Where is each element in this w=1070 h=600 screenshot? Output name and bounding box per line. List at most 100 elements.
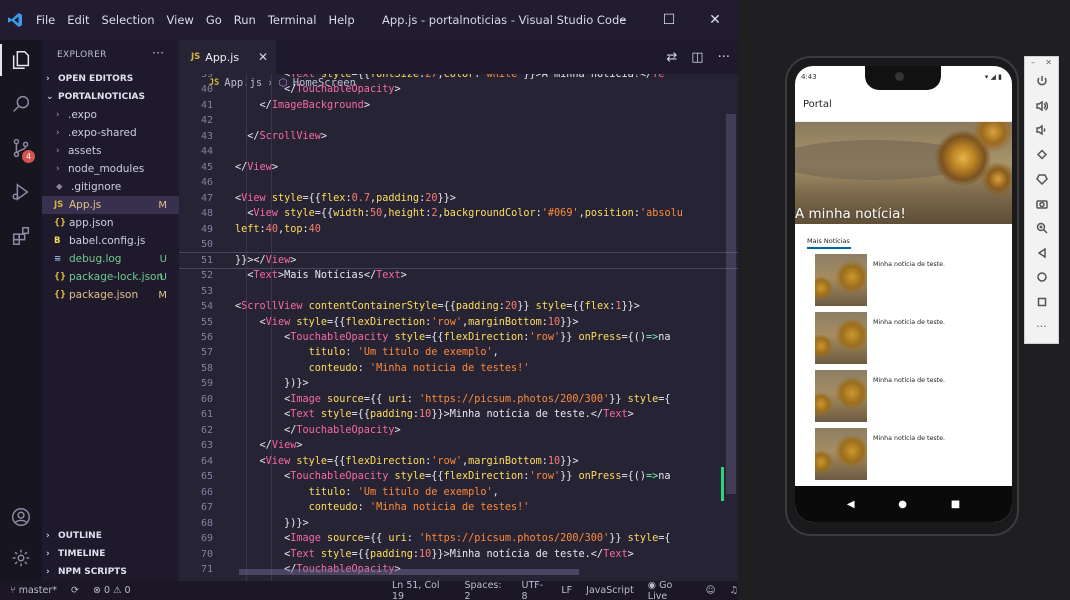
tab-app-js[interactable]: JS App.js ✕ bbox=[179, 40, 276, 74]
tree-item-expo-shared[interactable]: › .expo-shared bbox=[42, 124, 179, 142]
more-icon[interactable]: ··· bbox=[1025, 314, 1058, 339]
tree-item-debug-log[interactable]: ≡ debug.log U bbox=[42, 250, 179, 268]
encoding-status[interactable]: UTF-8 bbox=[522, 580, 548, 600]
run-debug-icon[interactable] bbox=[0, 172, 42, 212]
code-line[interactable]: 65 <TouchableOpacity style={{flexDirecti… bbox=[179, 469, 738, 484]
back-nav-icon[interactable]: ◀ bbox=[847, 499, 855, 510]
tree-item-app-json[interactable]: {} app.json bbox=[42, 214, 179, 232]
code-line[interactable]: 70 <Text style={{padding:10}}>Minha notí… bbox=[179, 547, 738, 562]
code-line[interactable]: 69 <Image source={{ uri: 'https://picsum… bbox=[179, 531, 738, 546]
code-line[interactable]: 53 bbox=[179, 284, 738, 299]
menu-help[interactable]: Help bbox=[328, 13, 354, 27]
tree-item-package-json[interactable]: {} package.json M bbox=[42, 286, 179, 304]
eol-status[interactable]: LF bbox=[561, 585, 572, 596]
open-changes-icon[interactable]: ⇄ bbox=[666, 50, 677, 65]
split-editor-icon[interactable]: ◫ bbox=[691, 50, 703, 65]
go-live-button[interactable]: ◉ Go Live bbox=[648, 580, 692, 600]
explorer-icon[interactable] bbox=[0, 40, 42, 80]
rotate-right-icon[interactable] bbox=[1025, 167, 1058, 192]
code-line[interactable]: 43 </ScrollView> bbox=[179, 129, 738, 144]
horizontal-scrollbar[interactable] bbox=[239, 569, 579, 575]
more-actions-icon[interactable]: ··· bbox=[718, 50, 730, 65]
menu-selection[interactable]: Selection bbox=[102, 13, 155, 27]
code-line[interactable]: 49 left:40,top:40 bbox=[179, 222, 738, 237]
extensions-icon[interactable] bbox=[0, 216, 42, 256]
hero-image[interactable]: A minha notícia! bbox=[795, 122, 1012, 224]
indentation-status[interactable]: Spaces: 2 bbox=[464, 580, 507, 600]
code-line[interactable]: 48 <View style={{width:50,height:2,backg… bbox=[179, 206, 738, 221]
outline-section[interactable]: › OUTLINE bbox=[42, 527, 179, 545]
volume-down-icon[interactable] bbox=[1025, 118, 1058, 143]
code-line[interactable]: 51}}></View> bbox=[179, 251, 738, 270]
camera-icon[interactable] bbox=[1025, 192, 1058, 217]
tree-item-node-modules[interactable]: › node_modules bbox=[42, 160, 179, 178]
minimize-button[interactable]: – bbox=[600, 0, 646, 40]
code-line[interactable]: 42 bbox=[179, 113, 738, 128]
recents-nav-icon[interactable]: ■ bbox=[951, 499, 960, 510]
maximize-button[interactable]: ☐ bbox=[646, 0, 692, 40]
code-line[interactable]: 39 <Text style={{fontSize:27,color:'whit… bbox=[179, 74, 738, 82]
home-icon[interactable] bbox=[1025, 265, 1058, 290]
menu-view[interactable]: View bbox=[167, 13, 194, 27]
code-line[interactable]: 55 <View style={{flexDirection:'row',mar… bbox=[179, 315, 738, 330]
news-item[interactable]: Minha notícia de teste. bbox=[815, 370, 975, 422]
code-line[interactable]: 45 </View> bbox=[179, 160, 738, 175]
notifications-icon[interactable]: ♫ bbox=[729, 585, 738, 596]
code-line[interactable]: 66 titulo: 'Um titulo de exemplo', bbox=[179, 485, 738, 500]
code-line[interactable]: 61 <Text style={{padding:10}}>Minha notí… bbox=[179, 407, 738, 422]
code-line[interactable]: 52 <Text>Mais Notícias</Text> bbox=[179, 268, 738, 283]
menu-edit[interactable]: Edit bbox=[67, 13, 89, 27]
emulator-close-button[interactable]: ✕ bbox=[1045, 58, 1052, 68]
rotate-left-icon[interactable] bbox=[1025, 143, 1058, 168]
problems-status[interactable]: ⊗ 0 ⚠ 0 bbox=[93, 585, 131, 596]
tree-item-expo[interactable]: › .expo bbox=[42, 106, 179, 124]
code-line[interactable]: 59 })}> bbox=[179, 376, 738, 391]
menu-file[interactable]: File bbox=[36, 13, 55, 27]
search-icon[interactable] bbox=[0, 84, 42, 124]
volume-up-icon[interactable] bbox=[1025, 94, 1058, 119]
code-editor[interactable]: JS App.js › ⬡ HomeScreen 39 <Text style=… bbox=[179, 74, 738, 581]
power-icon[interactable] bbox=[1025, 69, 1058, 94]
vertical-scrollbar[interactable] bbox=[726, 114, 736, 494]
code-line[interactable]: 62 </TouchableOpacity> bbox=[179, 423, 738, 438]
code-line[interactable]: 60 <Image source={{ uri: 'https://picsum… bbox=[179, 392, 738, 407]
language-status[interactable]: JavaScript bbox=[586, 585, 634, 596]
feedback-icon[interactable]: ☺ bbox=[706, 585, 716, 596]
menu-go[interactable]: Go bbox=[206, 13, 222, 27]
settings-gear-icon[interactable] bbox=[0, 538, 42, 578]
news-item[interactable]: Minha notícia de teste. bbox=[815, 428, 975, 480]
home-nav-icon[interactable]: ● bbox=[898, 499, 907, 510]
code-line[interactable]: 40 </TouchableOpacity> bbox=[179, 82, 738, 97]
timeline-section[interactable]: › TIMELINE bbox=[42, 545, 179, 563]
account-icon[interactable] bbox=[0, 497, 42, 537]
code-line[interactable]: 56 <TouchableOpacity style={{flexDirecti… bbox=[179, 330, 738, 345]
code-line[interactable]: 64 <View style={{flexDirection:'row',mar… bbox=[179, 454, 738, 469]
code-line[interactable]: 41 </ImageBackground> bbox=[179, 98, 738, 113]
zoom-icon[interactable] bbox=[1025, 216, 1058, 241]
open-editors-section[interactable]: › OPEN EDITORS bbox=[42, 70, 179, 88]
tree-item-package-lock[interactable]: {} package-lock.json U bbox=[42, 268, 179, 286]
code-line[interactable]: 50 bbox=[179, 237, 738, 252]
npm-scripts-section[interactable]: › NPM SCRIPTS bbox=[42, 563, 179, 581]
code-line[interactable]: 44 bbox=[179, 144, 738, 159]
code-line[interactable]: 67 conteudo: 'Minha noticia de testes!' bbox=[179, 500, 738, 515]
code-line[interactable]: 58 conteudo: 'Minha noticia de testes!' bbox=[179, 361, 738, 376]
tree-item-assets[interactable]: › assets bbox=[42, 142, 179, 160]
tree-item-babel-config[interactable]: B babel.config.js bbox=[42, 232, 179, 250]
sync-icon[interactable]: ⟳ bbox=[71, 585, 79, 596]
close-window-button[interactable]: ✕ bbox=[692, 0, 738, 40]
news-item[interactable]: Minha notícia de teste. bbox=[815, 254, 975, 306]
tree-item-gitignore[interactable]: ◆ .gitignore bbox=[42, 178, 179, 196]
news-item[interactable]: Minha notícia de teste. bbox=[815, 312, 975, 364]
code-line[interactable]: 68 })}> bbox=[179, 516, 738, 531]
emulator-minimize-button[interactable]: – bbox=[1031, 58, 1035, 68]
code-line[interactable]: 46 bbox=[179, 175, 738, 190]
back-icon[interactable] bbox=[1025, 241, 1058, 266]
explorer-more-button[interactable]: ··· bbox=[152, 46, 164, 60]
source-control-icon[interactable]: 4 bbox=[0, 128, 42, 168]
project-section[interactable]: ⌄ PORTALNOTICIAS bbox=[42, 88, 179, 106]
code-line[interactable]: 54 <ScrollView contentContainerStyle={{pa… bbox=[179, 299, 738, 314]
menu-terminal[interactable]: Terminal bbox=[268, 13, 317, 27]
code-line[interactable]: 47 <View style={{flex:0.7,padding:20}}> bbox=[179, 191, 738, 206]
cursor-position[interactable]: Ln 51, Col 19 bbox=[392, 580, 450, 600]
